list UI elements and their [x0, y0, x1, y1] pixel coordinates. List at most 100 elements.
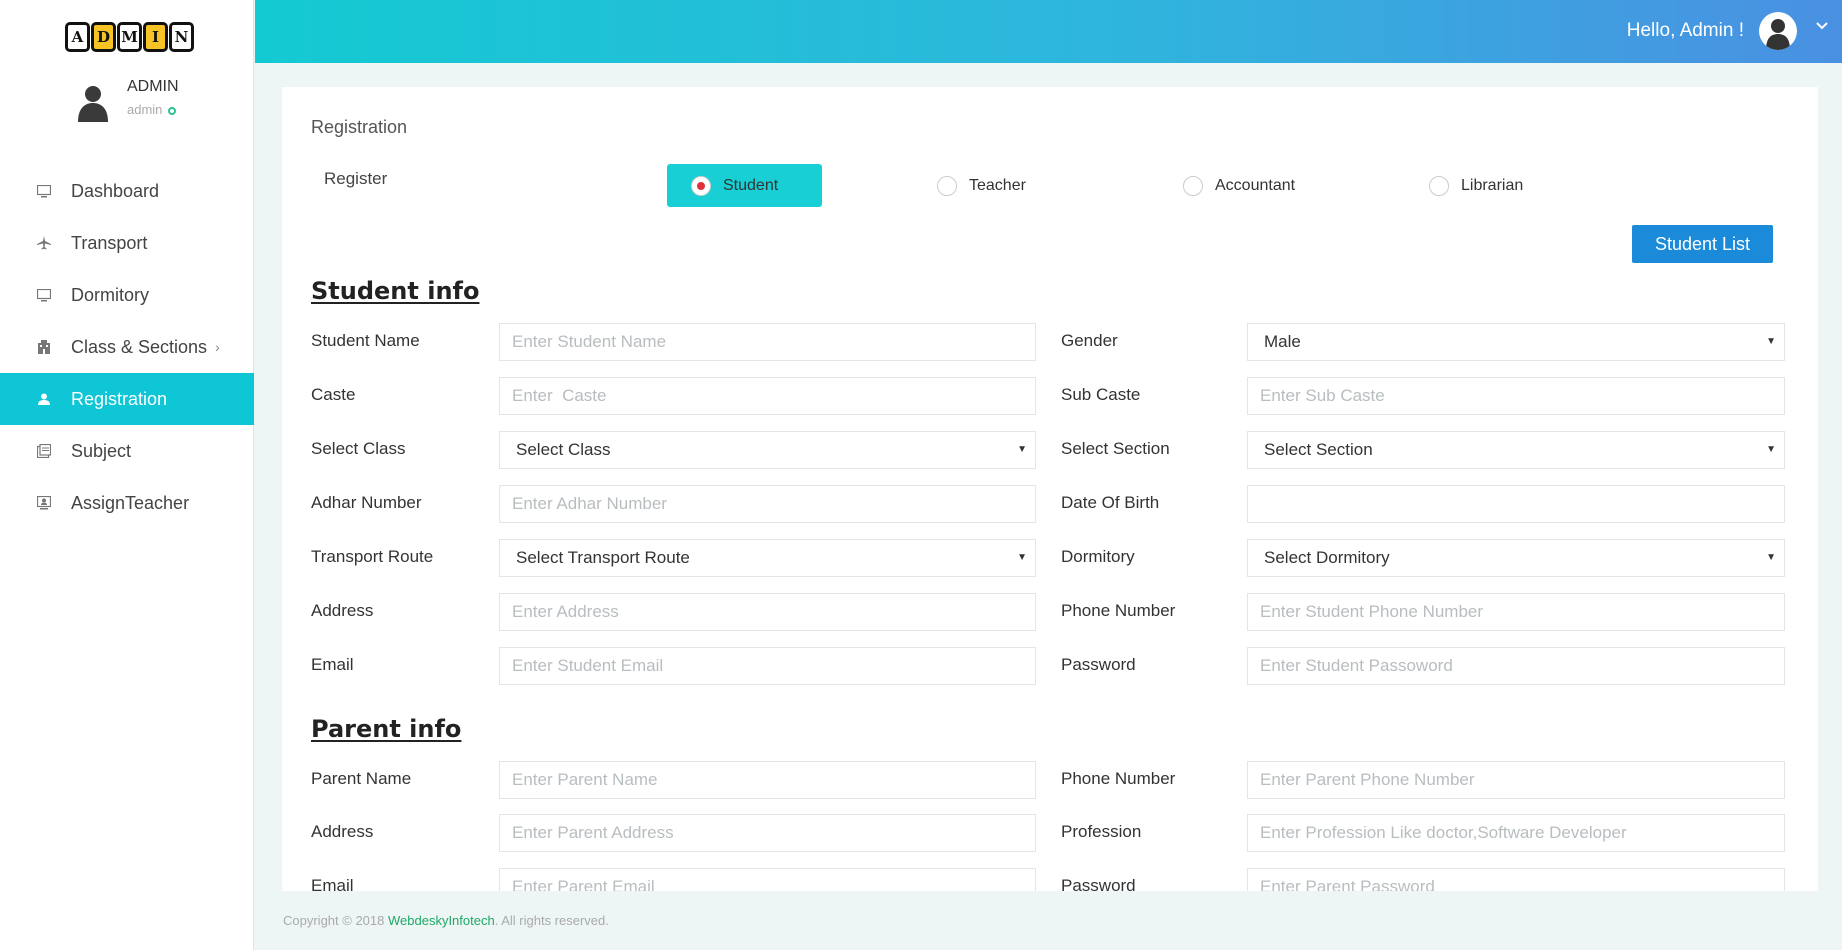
profile-name: ADMIN [127, 78, 179, 95]
sub-caste-label: Sub Caste [1061, 385, 1141, 404]
sidebar-item-class-sections[interactable]: Class & Sections › [0, 321, 254, 373]
gender-select[interactable]: Male ▼ [1247, 323, 1785, 361]
sidebar-item-subject[interactable]: Subject [0, 425, 254, 477]
select-class-label: Select Class [311, 439, 406, 458]
student-list-button[interactable]: Student List [1632, 225, 1773, 263]
copyright-suffix: . All rights reserved. [494, 913, 609, 928]
transport-route-label: Transport Route [311, 547, 434, 566]
dropdown-arrow-icon: ▼ [1766, 336, 1776, 347]
company-link[interactable]: WebdeskyInfotech [388, 913, 495, 928]
dropdown-arrow-icon: ▼ [1766, 444, 1776, 455]
radio-button-icon [937, 175, 957, 196]
profession-input[interactable] [1247, 814, 1785, 852]
parent-info-heading: Parent info [311, 715, 462, 743]
footer: Copyright © 2018 WebdeskyInfotech. All r… [255, 891, 1842, 950]
logo-letter: D [91, 22, 116, 52]
copyright-prefix: Copyright © 2018 [283, 913, 388, 928]
address-input[interactable] [499, 593, 1036, 631]
profession-label: Profession [1061, 822, 1142, 841]
parent-password-label: Password [1061, 876, 1136, 892]
sidebar-item-dormitory[interactable]: Dormitory [0, 269, 254, 321]
logo-letter: M [117, 22, 142, 52]
class-select-value: Select Class [516, 440, 611, 459]
radio-button-icon [1429, 175, 1449, 196]
sidebar-item-dashboard[interactable]: Dashboard [0, 165, 254, 217]
role-radio-accountant[interactable]: Accountant [1183, 164, 1295, 207]
dropdown-arrow-icon: ▼ [1017, 444, 1027, 455]
chevron-right-icon: › [215, 339, 220, 355]
role-label: Accountant [1215, 176, 1296, 194]
student-info-heading: Student info [311, 277, 480, 305]
date-of-birth-label: Date Of Birth [1061, 493, 1160, 512]
phone-number-label: Phone Number [1061, 601, 1176, 620]
parent-password-input[interactable] [1247, 868, 1785, 892]
logo-letter: I [143, 22, 168, 52]
student-password-input[interactable] [1247, 647, 1785, 685]
role-radio-student[interactable]: Student [667, 164, 822, 207]
parent-address-input[interactable] [499, 814, 1036, 852]
student-name-label: Student Name [311, 331, 420, 350]
radio-button-icon [1183, 175, 1203, 196]
parent-name-input[interactable] [499, 761, 1036, 799]
monitor-icon [36, 287, 52, 303]
student-phone-input[interactable] [1247, 593, 1785, 631]
sidebar-item-label: Transport [71, 232, 148, 253]
sidebar-item-label: AssignTeacher [71, 492, 190, 513]
sidebar-item-label: Subject [71, 440, 132, 461]
sidebar-item-label: Dashboard [71, 180, 160, 201]
select-section-label: Select Section [1061, 439, 1170, 458]
parent-address-label: Address [311, 822, 374, 841]
role-radio-teacher[interactable]: Teacher [937, 164, 1026, 207]
sidebar-item-label: Dormitory [71, 284, 150, 305]
user-avatar-icon [1766, 19, 1790, 50]
gender-select-value: Male [1264, 332, 1301, 351]
transport-route-select[interactable]: Select Transport Route ▼ [499, 539, 1036, 577]
sidebar-item-registration[interactable]: Registration [0, 373, 254, 425]
books-icon [36, 443, 52, 459]
password-label: Password [1061, 655, 1136, 674]
caste-label: Caste [311, 385, 356, 404]
chevron-down-icon[interactable] [1816, 18, 1828, 34]
sidebar-item-label: Class & Sections [71, 336, 208, 357]
profile-role: admin [127, 102, 177, 117]
radio-button-icon [691, 175, 711, 196]
sidebar-item-label: Registration [71, 388, 168, 409]
role-label: Student [723, 176, 779, 194]
sidebar-item-assignteacher[interactable]: AssignTeacher [0, 477, 254, 529]
airplane-icon [36, 235, 52, 251]
building-icon [36, 339, 52, 355]
date-of-birth-input[interactable] [1247, 485, 1785, 523]
profile-role-text: admin [127, 102, 163, 117]
topbar: Hello, Admin ! [255, 0, 1842, 63]
admin-logo[interactable]: A D M I N [65, 22, 194, 52]
gender-label: Gender [1061, 331, 1118, 350]
sidebar-item-transport[interactable]: Transport [0, 217, 254, 269]
caste-input[interactable] [499, 377, 1036, 415]
adhar-number-input[interactable] [499, 485, 1036, 523]
address-label: Address [311, 601, 374, 620]
section-select-value: Select Section [1264, 440, 1373, 459]
copyright-text: Copyright © 2018 WebdeskyInfotech. All r… [283, 913, 609, 928]
parent-name-label: Parent Name [311, 769, 412, 788]
class-select[interactable]: Select Class ▼ [499, 431, 1036, 469]
section-select[interactable]: Select Section ▼ [1247, 431, 1785, 469]
sidebar-nav: Dashboard Transport Dormitory Class & Se… [0, 165, 254, 529]
sub-caste-input[interactable] [1247, 377, 1785, 415]
dropdown-arrow-icon: ▼ [1766, 552, 1776, 563]
greeting-text: Hello, Admin ! [1626, 20, 1744, 41]
user-icon [36, 391, 52, 407]
dormitory-select-value: Select Dormitory [1264, 548, 1390, 567]
sidebar: A D M I N ADMIN admin Dashboard Transpor… [0, 0, 254, 950]
parent-email-label: Email [311, 876, 354, 892]
user-avatar-icon [78, 86, 108, 122]
registration-card: Registration Register Student Teacher Ac… [282, 87, 1818, 892]
student-name-input[interactable] [499, 323, 1036, 361]
role-radio-librarian[interactable]: Librarian [1429, 164, 1523, 207]
monitor-icon [36, 183, 52, 199]
parent-phone-input[interactable] [1247, 761, 1785, 799]
parent-email-input[interactable] [499, 868, 1036, 892]
teacher-icon [36, 495, 52, 511]
student-email-input[interactable] [499, 647, 1036, 685]
dormitory-select[interactable]: Select Dormitory ▼ [1247, 539, 1785, 577]
account-avatar[interactable] [1759, 12, 1797, 50]
